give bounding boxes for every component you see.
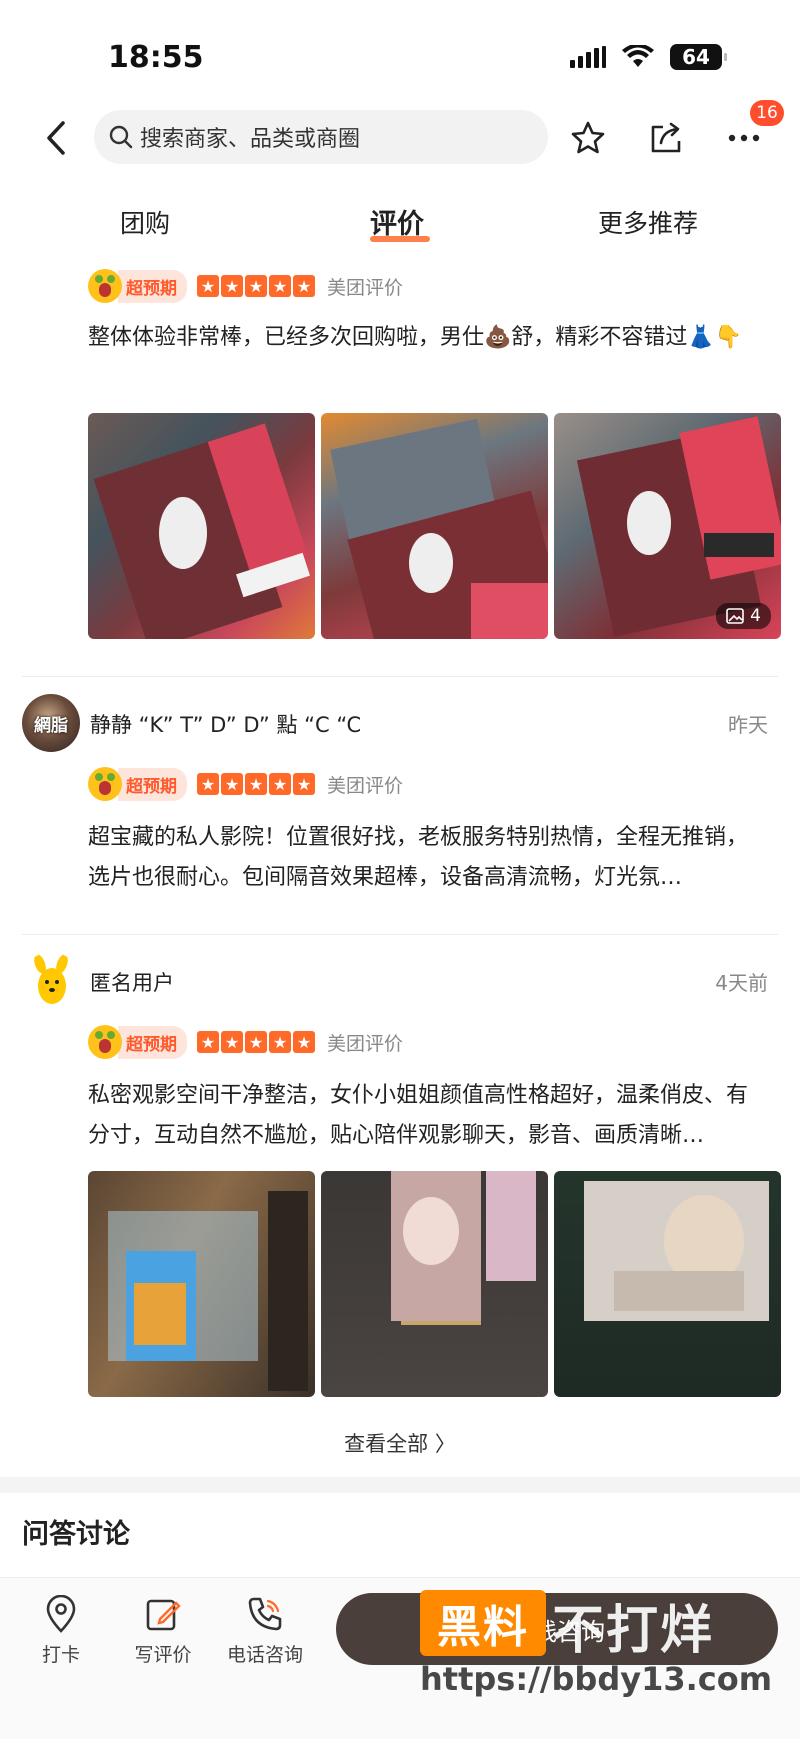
wall-poster-illustration [391, 1171, 536, 1325]
review-photo[interactable]: 4 [554, 413, 781, 639]
star-icon: ★ [293, 275, 315, 297]
phone-consult-button[interactable]: 电话咨询 [220, 1594, 310, 1667]
notification-badge: 16 [750, 100, 784, 126]
share-button[interactable] [644, 116, 688, 160]
star-icon: ★ [245, 1031, 267, 1053]
image-icon [726, 608, 744, 624]
review-rating-row: 超预期 ★ ★ ★ ★ ★ 美团评价 [88, 1024, 403, 1060]
watermark-url: https://bbdy13.com [420, 1660, 773, 1698]
review-time: 昨天 [728, 713, 768, 737]
review-text[interactable]: 私密观影空间干净整洁，女仆小姐姐颜值高性格超好，温柔俏皮、有分寸，互动自然不尴尬… [88, 1076, 768, 1156]
review-photo[interactable] [88, 1171, 315, 1397]
review-photo[interactable] [321, 1171, 548, 1397]
review-rating-row: 超预期 ★ ★ ★ ★ ★ 美团评价 [88, 766, 403, 802]
review-rating-row: 超预期 ★ ★ ★ ★ ★ 美团评价 [88, 268, 403, 304]
watermark-text: 不打烊 [552, 1601, 715, 1661]
battery-icon: 64 [670, 44, 727, 70]
projector-screen-illustration [108, 1191, 308, 1391]
search-icon [109, 125, 133, 149]
see-all-reviews-link[interactable]: 查看全部 〉 [0, 1428, 800, 1458]
review-text[interactable]: 超宝藏的私人影院！位置很好找，老板服务特别热情，全程无推销，选片也很耐心。包间隔… [88, 818, 768, 898]
star-rating: ★ ★ ★ ★ ★ [197, 1031, 315, 1053]
back-button[interactable] [38, 116, 74, 160]
chevron-left-icon [47, 121, 65, 155]
edit-icon [143, 1594, 183, 1634]
exceed-expectation-badge: 超预期 [118, 1025, 187, 1059]
star-icon: ★ [197, 275, 219, 297]
surprised-face-icon [88, 1025, 122, 1059]
avatar[interactable] [22, 952, 80, 1010]
exceed-expectation-badge: 超预期 [118, 767, 187, 801]
status-indicators: 64 [570, 44, 727, 70]
avatar[interactable]: 網脂 [22, 694, 80, 752]
write-review-label: 写评价 [134, 1644, 192, 1666]
surprised-face-icon [88, 767, 122, 801]
review-photo[interactable] [554, 1171, 781, 1397]
write-review-button[interactable]: 写评价 [118, 1594, 208, 1667]
review-text[interactable]: 整体体验非常棒，已经多次回购啦，男仕💩舒，精彩不容错过👗👇 [88, 318, 768, 358]
photo-count: 4 [750, 606, 761, 626]
star-icon: ★ [221, 275, 243, 297]
status-bar: 18:55 64 [0, 0, 800, 110]
star-rating: ★ ★ ★ ★ ★ [197, 275, 315, 297]
star-icon: ★ [197, 1031, 219, 1053]
divider [22, 934, 778, 935]
divider [22, 676, 778, 677]
review-photos: 4 [88, 413, 781, 639]
exceed-expectation-badge: 超预期 [118, 269, 187, 303]
tab-group-buy[interactable]: 团购 [120, 204, 170, 240]
review-photo[interactable] [321, 413, 548, 639]
star-rating: ★ ★ ★ ★ ★ [197, 773, 315, 795]
star-icon: ★ [269, 773, 291, 795]
wifi-icon [622, 45, 654, 67]
tab-reviews[interactable]: 评价 [370, 202, 424, 241]
review-source: 美团评价 [327, 774, 404, 797]
review-photo[interactable] [88, 413, 315, 639]
tab-bar: 团购 评价 更多推荐 [0, 196, 800, 248]
star-icon: ★ [221, 1031, 243, 1053]
checkin-label: 打卡 [41, 1644, 80, 1666]
photo-count-badge: 4 [716, 603, 771, 629]
avatar-text: 網脂 [34, 715, 68, 736]
book-cover-illustration [330, 418, 548, 639]
status-time: 18:55 [108, 40, 204, 75]
star-icon: ★ [197, 773, 219, 795]
projection-screen-illustration [584, 1181, 769, 1321]
review-user-row: 匿名用户 4天前 [22, 952, 778, 1012]
phone-consult-label: 电话咨询 [226, 1644, 303, 1666]
watermark-logo-box: 黑料 [420, 1590, 546, 1656]
star-icon: ★ [293, 1031, 315, 1053]
review-username[interactable]: 静静 “K” T” D” D” 點 “C “C [90, 709, 361, 739]
review-photos [88, 1171, 781, 1397]
section-separator [0, 1477, 800, 1493]
share-icon [651, 122, 681, 153]
review-username[interactable]: 匿名用户 [90, 967, 174, 997]
star-icon: ★ [293, 773, 315, 795]
location-pin-icon [41, 1594, 81, 1634]
review-time: 4天前 [715, 971, 768, 995]
star-icon: ★ [269, 1031, 291, 1053]
review-source: 美团评价 [327, 1032, 404, 1055]
book-cover-illustration [93, 423, 310, 639]
search-placeholder: 搜索商家、品类或商圈 [140, 127, 361, 152]
star-icon: ★ [245, 275, 267, 297]
favorite-button[interactable] [566, 116, 610, 160]
qa-section-title[interactable]: 问答讨论 [22, 1512, 130, 1551]
surprised-face-icon [88, 269, 122, 303]
phone-icon [245, 1594, 285, 1634]
signal-icon [570, 46, 606, 68]
tab-more-recommendations[interactable]: 更多推荐 [598, 204, 698, 240]
checkin-button[interactable]: 打卡 [16, 1594, 106, 1667]
star-icon: ★ [269, 275, 291, 297]
review-source: 美团评价 [327, 276, 404, 299]
star-icon [571, 121, 605, 154]
search-input[interactable]: 搜索商家、品类或商圈 [94, 110, 548, 164]
star-icon: ★ [245, 773, 267, 795]
anonymous-mascot-icon [34, 954, 68, 1004]
top-navigation: 搜索商家、品类或商圈 [0, 108, 800, 168]
more-icon [728, 134, 760, 142]
review-user-row: 網脂 静静 “K” T” D” D” 點 “C “C 昨天 [22, 694, 778, 754]
star-icon: ★ [221, 773, 243, 795]
